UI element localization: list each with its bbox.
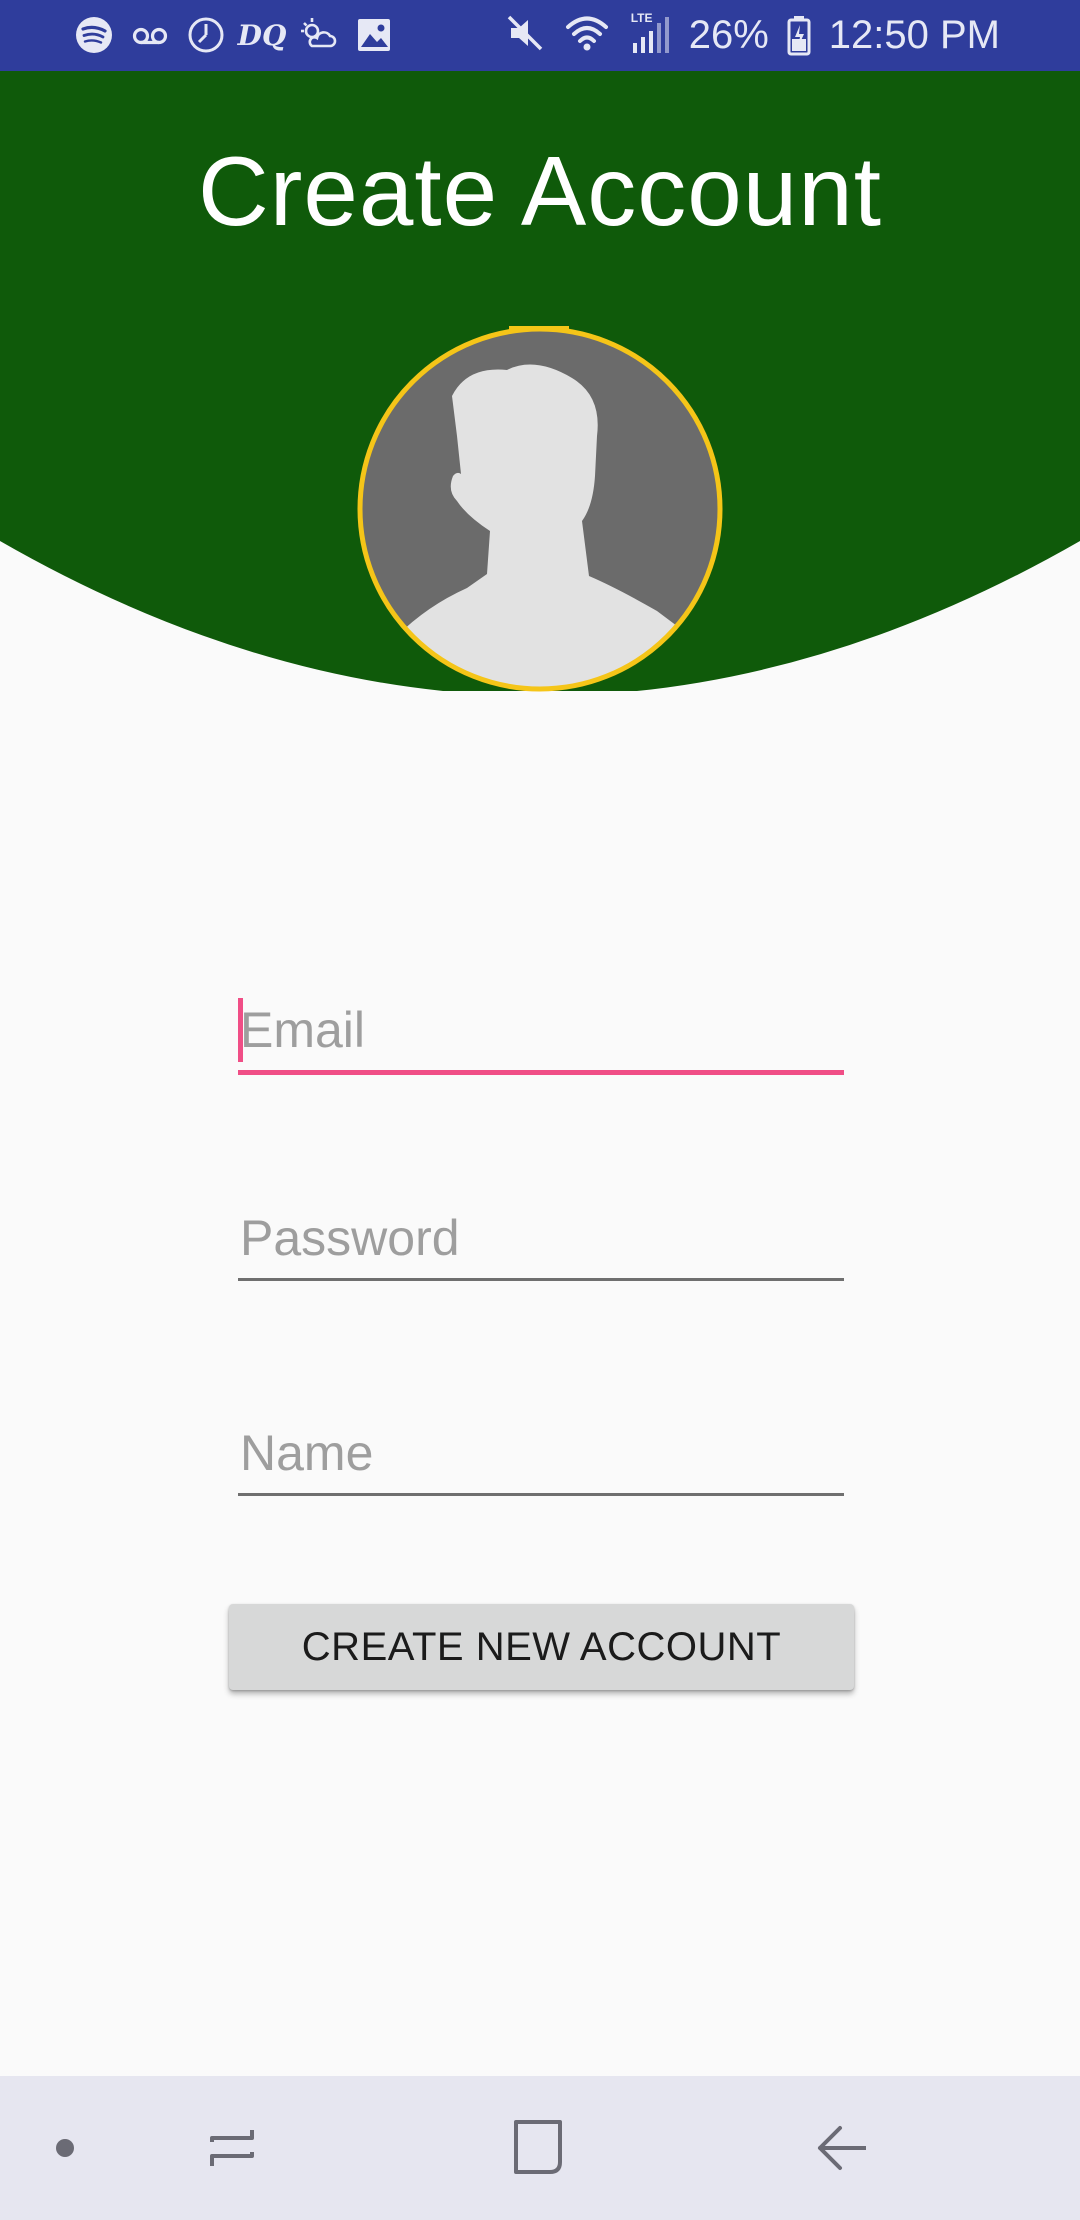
default-user-avatar-icon [357,326,723,692]
name-underline [238,1493,844,1496]
email-underline [238,1070,844,1075]
dq-icon: DQ [237,18,287,52]
weather-icon [298,15,338,55]
gallery-icon [354,15,394,55]
email-field [238,990,844,1075]
signal-icon: LTE [627,11,671,57]
notification-icons: DQ [74,12,394,58]
mute-icon [503,11,547,60]
page-title: Create Account [197,136,883,246]
home-icon[interactable] [498,2108,578,2188]
create-account-screen: DQ LTE 26% 12:50 PM Create Account Email… [0,0,1080,2220]
password-underline [238,1278,844,1281]
name-field [238,1413,844,1496]
name-input[interactable] [238,1413,844,1493]
email-input[interactable] [238,990,844,1070]
clock-icon [186,15,226,55]
wifi-icon [565,11,609,60]
battery-icon [787,13,811,57]
battery-percent: 26% [688,12,769,57]
text-cursor [238,998,243,1062]
password-input[interactable] [238,1198,844,1278]
recents-icon[interactable] [196,2108,276,2188]
clock-time: 12:50 PM [828,12,1000,57]
avatar[interactable] [357,326,723,692]
status-bar: DQ LTE 26% 12:50 PM [0,0,1080,71]
create-account-button[interactable]: CREATE NEW ACCOUNT [229,1604,854,1690]
spotify-icon [74,15,114,55]
password-field [238,1198,844,1281]
voicemail-icon [130,15,170,55]
navigation-bar [0,2076,1080,2220]
system-status: LTE 26% 12:50 PM [503,10,1000,60]
dot-icon[interactable] [25,2108,105,2188]
back-icon[interactable] [800,2108,880,2188]
